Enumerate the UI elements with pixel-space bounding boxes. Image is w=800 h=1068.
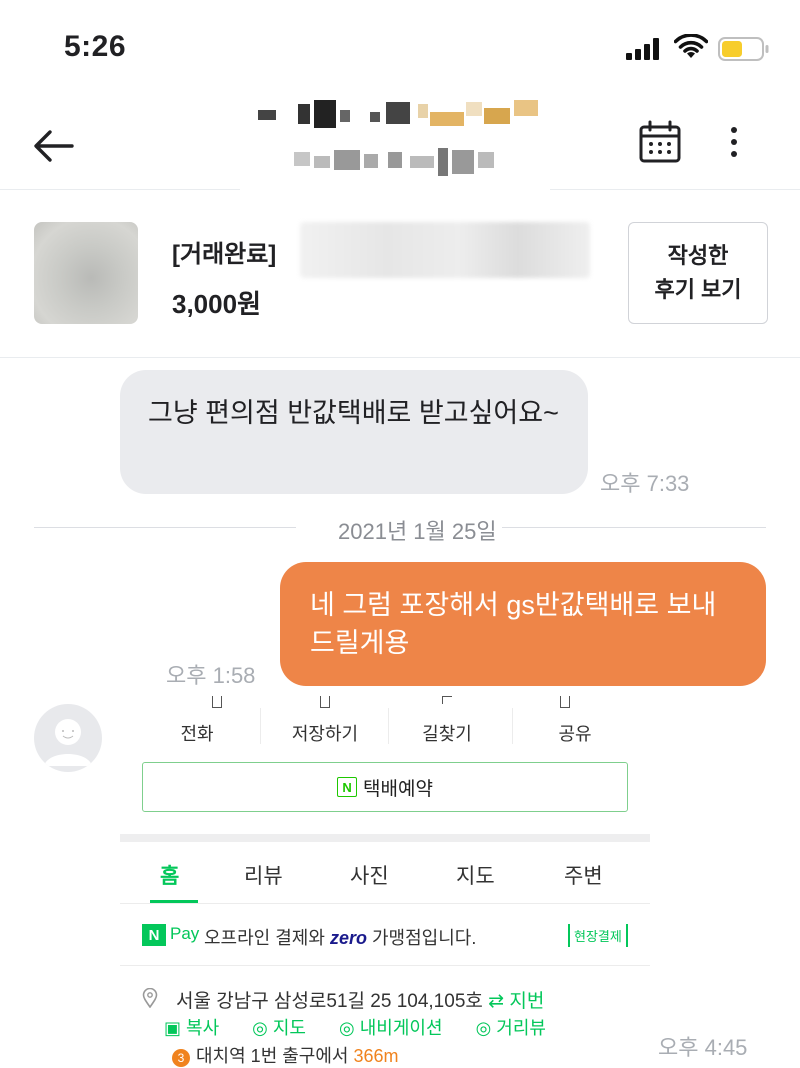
wifi-icon <box>674 34 708 58</box>
parcel-booking-label: 택배예약 <box>363 778 433 800</box>
battery-icon <box>718 37 769 61</box>
tab-reviews: 리뷰 <box>244 865 283 888</box>
more-vertical-icon[interactable] <box>722 122 746 162</box>
navigation-label: 내비게이션 <box>359 1018 443 1038</box>
product-thumbnail[interactable] <box>34 222 138 324</box>
status-time: 5:26 <box>64 30 127 63</box>
pay-description: 오프라인 결제와 zero 가맹점입니다. <box>204 924 476 950</box>
arrow-left-icon[interactable] <box>30 126 78 166</box>
share-icon <box>560 696 570 708</box>
date-separator: 2021년 1월 25일 <box>34 512 766 544</box>
phone-icon <box>212 696 222 708</box>
image-message[interactable]: 전화 저장하기 길찾기 공유 N 택배예약 홈 리뷰 사진 지도 주변 N Pa… <box>120 690 650 1068</box>
subway-line-badge: 3 <box>172 1049 190 1067</box>
subway-text: 대치역 1번 출구에서 <box>196 1046 349 1066</box>
copy-label: 복사 <box>186 1018 220 1038</box>
pay-text-after: 가맹점입니다. <box>371 928 477 948</box>
navigation-link: ◎ 내비게이션 <box>339 1018 443 1038</box>
action-call: 전화 <box>180 724 214 744</box>
streetview-label: 거리뷰 <box>496 1018 546 1038</box>
active-tab-indicator <box>150 900 198 903</box>
blurred-product-name <box>300 222 590 278</box>
naver-n-logo: N <box>142 924 166 946</box>
incoming-message-bubble[interactable]: 그냥 편의점 반값택배로 받고싶어요~ <box>120 370 588 494</box>
onsite-payment-badge: 현장결제 <box>568 924 628 947</box>
streetview-link: ◎ 거리뷰 <box>475 1018 546 1038</box>
naver-n-icon: N <box>337 777 358 797</box>
map-link: ◎ 지도 <box>252 1018 306 1038</box>
action-directions: 길찾기 <box>422 724 472 744</box>
signal-icon <box>626 38 659 60</box>
tab-home: 홈 <box>160 865 180 888</box>
calendar-icon[interactable] <box>638 120 682 164</box>
date-divider-right <box>502 527 766 528</box>
blurred-chat-title <box>240 90 550 194</box>
date-divider-left <box>34 527 296 528</box>
place-tabs: 홈 리뷰 사진 지도 주변 <box>120 842 650 904</box>
avatar[interactable] <box>34 704 102 772</box>
subway-distance: 366m <box>353 1046 399 1066</box>
product-price: 3,000원 <box>172 289 261 319</box>
jibun-toggle: ⇄ 지번 <box>488 991 545 1012</box>
section-divider <box>120 834 650 842</box>
product-info-bar[interactable]: [거래완료] 3,000원 작성한 후기 보기 <box>0 192 800 358</box>
zero-pay-logo: zero <box>329 928 367 948</box>
copy-link: ▣ 복사 <box>164 1018 220 1038</box>
action-share: 공유 <box>558 724 592 744</box>
naver-pay-row: N Pay 오프라인 결제와 zero 가맹점입니다. 현장결제 <box>120 906 650 966</box>
parcel-booking-button: N 택배예약 <box>142 762 628 812</box>
pay-logo: Pay <box>170 924 200 943</box>
message-time: 오후 1:58 <box>166 663 256 688</box>
tab-nearby: 주변 <box>564 865 603 888</box>
tab-photos: 사진 <box>350 865 389 888</box>
tab-map: 지도 <box>456 865 495 888</box>
pay-text-before: 오프라인 결제와 <box>204 928 325 948</box>
directions-icon <box>442 696 452 704</box>
map-label: 지도 <box>272 1018 306 1038</box>
location-pin-icon <box>142 988 158 1008</box>
view-review-button[interactable]: 작성한 후기 보기 <box>628 222 768 324</box>
message-time: 오후 4:45 <box>658 1035 748 1060</box>
bookmark-icon <box>320 696 330 708</box>
date-separator-text: 2021년 1월 25일 <box>338 519 497 544</box>
place-action-row: 전화 저장하기 길찾기 공유 <box>120 690 650 760</box>
address-line: 서울 강남구 삼성로51길 25 104,105호 ⇄ 지번 <box>176 986 544 1013</box>
trade-status: [거래완료] <box>172 241 277 268</box>
subway-info: 3 대치역 1번 출구에서 366m <box>172 1042 399 1068</box>
default-avatar-icon <box>44 719 92 766</box>
address-text: 서울 강남구 삼성로51길 25 104,105호 <box>176 991 483 1012</box>
message-time: 오후 7:33 <box>600 471 690 496</box>
status-bar: 5:26 <box>0 0 800 90</box>
address-links: ▣ 복사 ◎ 지도 ◎ 내비게이션 ◎ 거리뷰 <box>164 1014 574 1040</box>
chat-header <box>0 90 800 194</box>
action-save: 저장하기 <box>291 724 359 744</box>
outgoing-message-bubble[interactable]: 네 그럼 포장해서 gs반값택배로 보내드릴게용 <box>280 562 766 686</box>
